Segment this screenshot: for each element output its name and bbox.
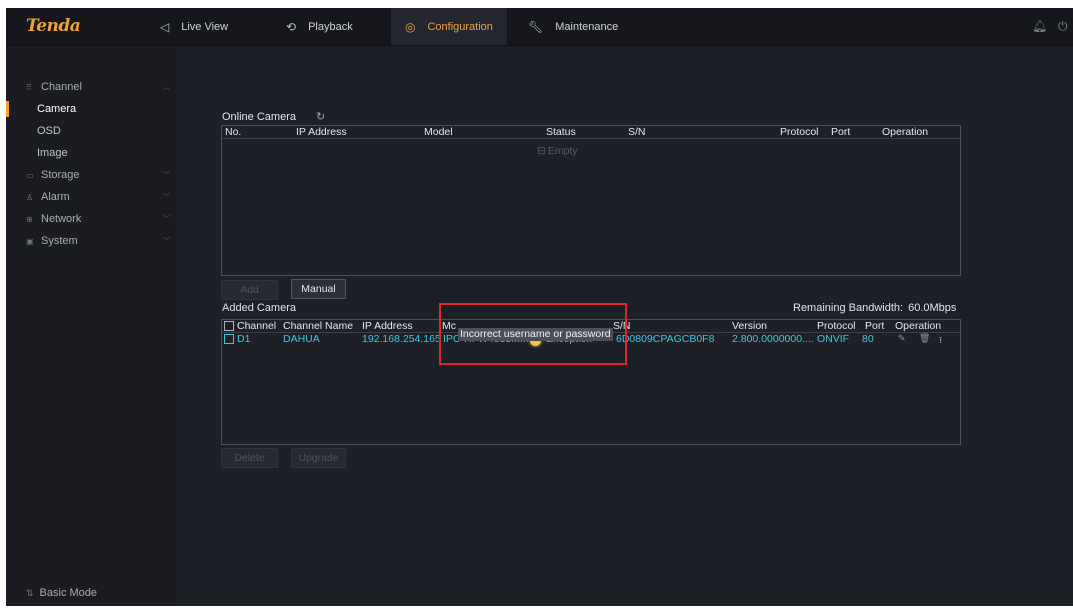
col-operation: Operation xyxy=(882,126,929,138)
live-view-icon: ◁ xyxy=(160,19,170,34)
sidebar-group-label: Channel xyxy=(41,81,82,93)
online-camera-title: Online Camera xyxy=(222,111,296,123)
nav-configuration[interactable]: ◎ Configuration xyxy=(391,8,507,45)
active-indicator xyxy=(6,101,9,117)
online-camera-table: No. IP Address Model Status S/N Protocol… xyxy=(221,125,961,276)
power-icon[interactable]: ⏻ xyxy=(1058,19,1068,34)
row-protocol: ONVIF xyxy=(817,333,850,345)
manual-button[interactable]: Manual xyxy=(291,279,346,299)
nav-live-view-label: Live View xyxy=(181,20,229,33)
chevron-down-icon: ﹀ xyxy=(163,216,170,223)
edit-icon[interactable]: ✎ xyxy=(898,333,906,344)
nav-playback-label: Playback xyxy=(308,20,353,33)
col-sn: S/N xyxy=(628,126,646,138)
bandwidth-value: 60.0Mbps xyxy=(908,302,957,314)
basic-mode-icon: ⇅ xyxy=(26,587,34,598)
chevron-down-icon: ﹀ xyxy=(163,194,170,201)
delete-button[interactable]: Delete xyxy=(221,448,278,468)
row-channel: D1 xyxy=(237,333,251,345)
chevron-down-icon: ﹀ xyxy=(163,172,170,179)
sidebar-group-storage[interactable]: ▭ Storage ﹀ xyxy=(6,164,176,186)
col-ip-address: IP Address xyxy=(362,320,413,332)
storage-icon: ▭ xyxy=(26,170,34,180)
select-all-checkbox[interactable] xyxy=(224,321,234,331)
network-icon: ⊕ xyxy=(26,214,33,224)
delete-icon[interactable]: 🗑︎ xyxy=(919,333,930,344)
empty-box-icon: ⊟ xyxy=(537,145,546,157)
top-bar: Tenda ◁ Live View ⟲ Playback ◎ Configura… xyxy=(6,8,1073,46)
app-window: Tenda ◁ Live View ⟲ Playback ◎ Configura… xyxy=(6,8,1073,606)
sidebar-item-label: OSD xyxy=(37,125,61,137)
empty-state: ⊟ Empty xyxy=(537,145,578,157)
col-port: Port xyxy=(865,320,885,332)
row-sn: 6D0809CPAGCB0F8 xyxy=(616,333,715,345)
sidebar-item-camera[interactable]: Camera xyxy=(6,98,176,120)
sidebar-group-label: Storage xyxy=(41,169,80,181)
basic-mode-label: Basic Mode xyxy=(39,587,98,599)
sidebar-group-channel[interactable]: ⠿ Channel ︿ xyxy=(6,76,176,98)
nav-live-view[interactable]: ◁ Live View xyxy=(146,8,242,45)
remaining-bandwidth: Remaining Bandwidth: 60.0Mbps xyxy=(793,302,956,314)
sidebar-group-label: Alarm xyxy=(41,191,70,203)
annotation-highlight-box xyxy=(439,303,627,365)
col-operation: Operation xyxy=(895,320,942,332)
upload-icon[interactable]: ⭱ xyxy=(939,333,942,349)
col-port: Port xyxy=(831,126,851,138)
row-port: 80 xyxy=(862,333,874,345)
nav-maintenance[interactable]: 🔧︎ Maintenance xyxy=(514,8,632,45)
nav-playback[interactable]: ⟲ Playback xyxy=(272,8,367,45)
chevron-up-icon: ︿ xyxy=(163,84,170,91)
sidebar: ⠿ Channel ︿ Camera OSD Image ▭ Storage ﹀… xyxy=(6,46,176,606)
nav-maintenance-label: Maintenance xyxy=(555,20,619,33)
refresh-icon[interactable]: ↻ xyxy=(316,110,325,123)
col-protocol: Protocol xyxy=(817,320,856,332)
sidebar-item-osd[interactable]: OSD xyxy=(6,120,176,142)
col-no: No. xyxy=(225,126,242,138)
sidebar-group-label: System xyxy=(41,235,78,247)
bell-icon[interactable]: 🔔︎ xyxy=(1032,19,1047,33)
col-channel: Channel xyxy=(237,320,277,332)
col-ip-address: IP Address xyxy=(296,126,347,138)
maintenance-icon: 🔧︎ xyxy=(528,19,544,34)
col-model: Model xyxy=(424,126,453,138)
online-camera-header: No. IP Address Model Status S/N Protocol… xyxy=(222,126,960,139)
col-status: Status xyxy=(546,126,576,138)
empty-text: Empty xyxy=(547,145,578,157)
row-channel-name: DAHUA xyxy=(283,333,320,345)
sidebar-item-label: Camera xyxy=(37,103,77,115)
col-channel-name: Channel Name xyxy=(283,320,354,332)
add-button[interactable]: Add xyxy=(221,280,278,300)
configuration-icon: ◎ xyxy=(405,19,416,34)
row-ip-address: 192.168.254.165 xyxy=(362,333,441,345)
sidebar-item-label: Image xyxy=(37,147,68,159)
sidebar-group-label: Network xyxy=(41,213,82,225)
system-icon: ▣ xyxy=(26,236,34,246)
sidebar-item-image[interactable]: Image xyxy=(6,142,176,164)
bandwidth-label: Remaining Bandwidth: xyxy=(793,302,904,314)
added-camera-title: Added Camera xyxy=(222,302,296,314)
sidebar-group-system[interactable]: ▣ System ﹀ xyxy=(6,230,176,252)
nav-configuration-label: Configuration xyxy=(427,20,493,33)
col-version: Version xyxy=(732,320,768,332)
sidebar-group-alarm[interactable]: ♙ Alarm ﹀ xyxy=(6,186,176,208)
tenda-logo: Tenda xyxy=(26,16,81,36)
chevron-down-icon: ﹀ xyxy=(163,238,170,245)
basic-mode-button[interactable]: ⇅ Basic Mode xyxy=(26,587,97,599)
col-protocol: Protocol xyxy=(780,126,819,138)
channel-icon: ⠿ xyxy=(26,82,32,92)
sidebar-group-network[interactable]: ⊕ Network ﹀ xyxy=(6,208,176,230)
playback-icon: ⟲ xyxy=(286,19,297,34)
upgrade-button[interactable]: Upgrade xyxy=(291,448,346,468)
alarm-icon: ♙ xyxy=(26,192,34,202)
row-checkbox[interactable] xyxy=(224,334,234,344)
row-version: 2.800.0000000.... xyxy=(732,333,814,345)
